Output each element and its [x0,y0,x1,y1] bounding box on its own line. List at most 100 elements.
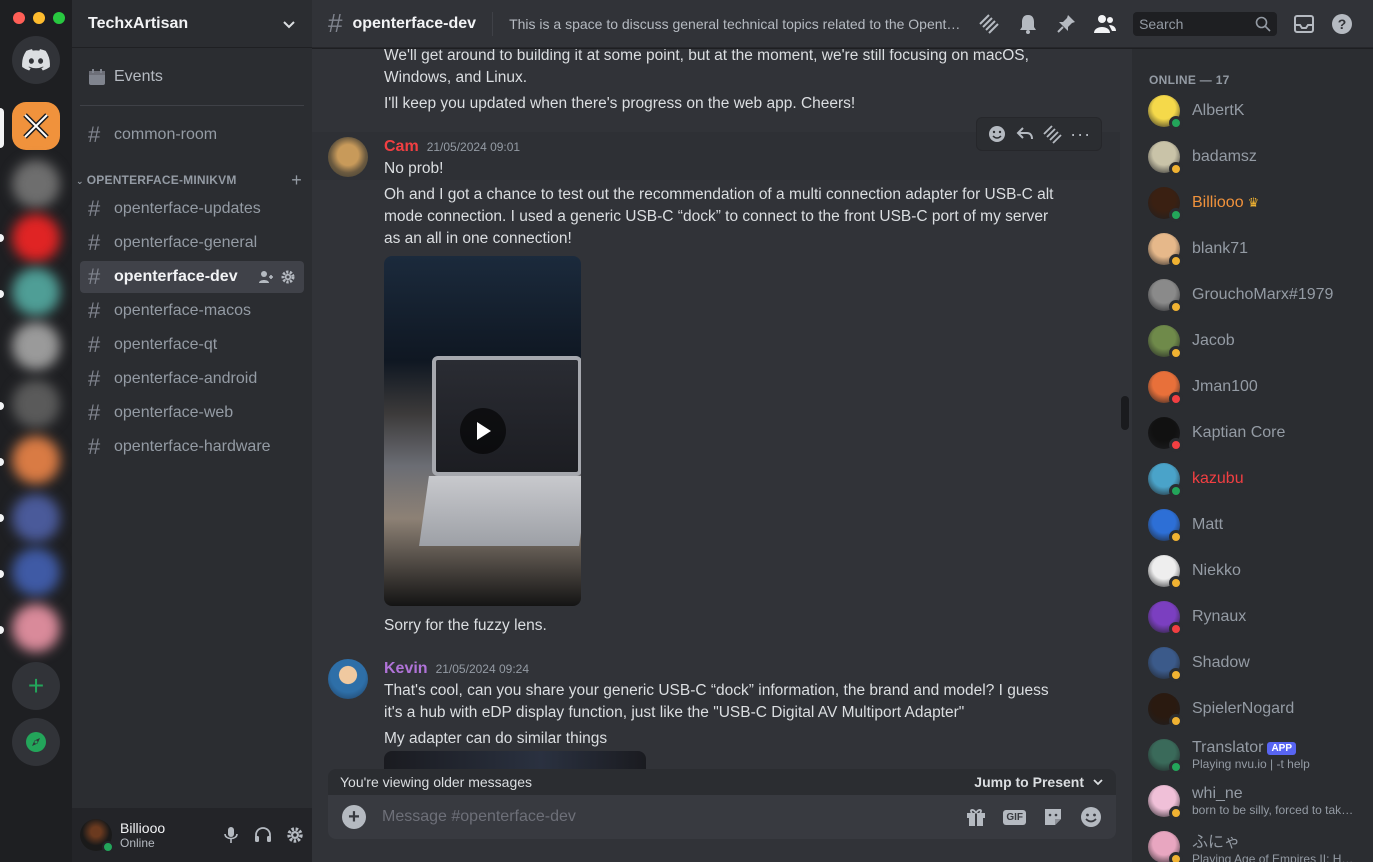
gif-icon[interactable]: GIF [1003,809,1026,825]
bell-icon[interactable] [1017,13,1039,35]
composer-toolbar: GIF [965,806,1102,828]
create-thread-icon[interactable] [1042,124,1063,144]
avatar[interactable] [328,659,368,699]
member-name-text: ふにゃ [1192,834,1241,851]
member-item[interactable]: Matt [1140,504,1364,546]
message-author[interactable]: Cam [384,138,419,155]
message-input[interactable]: Message #openterface-dev [382,808,965,826]
server-blurred-3[interactable] [12,268,60,316]
help-icon[interactable]: ? [1331,13,1353,35]
video-attachment[interactable] [384,256,581,606]
server-blurred-7[interactable] [12,494,60,542]
member-item[interactable]: Shadow [1140,642,1364,684]
server-blurred-8[interactable] [12,548,60,596]
channel-title: openterface-dev [352,14,477,32]
member-item[interactable]: Rynaux [1140,596,1364,638]
chevron-down-icon [1093,779,1103,786]
discord-logo-icon [22,49,50,71]
member-name-text: Translator [1192,739,1264,756]
channel-openterface-web[interactable]: # openterface-web [80,397,304,429]
server-blurred-1[interactable] [12,160,60,208]
inbox-icon[interactable] [1293,13,1315,35]
search-placeholder: Search [1139,15,1184,32]
server-techxartisan[interactable] [12,102,60,150]
minimize-window-button[interactable] [33,12,45,24]
channel-label: openterface-web [114,404,234,421]
member-item[interactable]: ふにゃ Playing Age of Empires II: HD ... [1140,826,1364,862]
member-item[interactable]: Kaptian Core [1140,412,1364,454]
member-name-text: AlbertK [1192,102,1245,119]
server-blurred-6[interactable] [12,436,60,484]
member-item[interactable]: Jacob [1140,320,1364,362]
add-server-button[interactable]: + [12,662,60,710]
discover-button[interactable] [12,718,60,766]
older-messages-notice: You're viewing older messages [340,774,533,790]
more-options-icon[interactable]: ··· [1070,125,1091,143]
channel-openterface-hardware[interactable]: # openterface-hardware [80,431,304,463]
member-item[interactable]: Niekko [1140,550,1364,592]
channel-openterface-dev[interactable]: # openterface-dev [80,261,304,293]
threads-icon[interactable] [977,12,1001,36]
channel-topic[interactable]: This is a space to discuss general techn… [509,16,961,32]
headphones-icon[interactable] [254,826,272,844]
server-blurred-9[interactable] [12,604,60,652]
member-item[interactable]: Billiooo ♛ [1140,182,1364,224]
server-header[interactable]: TechxArtisan [72,0,312,48]
unread-indicator [0,290,4,298]
channel-openterface-android[interactable]: # openterface-android [80,363,304,395]
gear-icon[interactable] [286,826,304,844]
message-content: We'll get around to building it at some … [384,49,1029,86]
invite-icon[interactable] [258,269,274,285]
user-info[interactable]: Billiooo Online [120,820,222,850]
scrollbar-thumb[interactable] [1121,396,1129,430]
member-item[interactable]: GrouchoMarx#1979 [1140,274,1364,316]
upload-plus-icon[interactable]: + [342,805,366,829]
channel-openterface-qt[interactable]: # openterface-qt [80,329,304,361]
server-blurred-4[interactable] [12,322,60,370]
message-header: Cam 21/05/2024 09:01 [384,138,520,156]
channel-label: openterface-updates [114,200,261,217]
close-window-button[interactable] [13,12,25,24]
server-blurred-5[interactable] [12,380,60,428]
member-item[interactable]: Translator APP Playing nvu.io | -t help [1140,734,1364,776]
avatar[interactable] [328,137,368,177]
category-name: OPENTERFACE-MINIKVM [86,173,237,187]
member-list-icon[interactable] [1093,13,1117,35]
member-item[interactable]: kazubu [1140,458,1364,500]
emoji-icon[interactable] [1080,806,1102,828]
member-item[interactable]: whi_ne born to be silly, forced to take..… [1140,780,1364,822]
member-item[interactable]: blank71 [1140,228,1364,270]
member-item[interactable]: Jman100 [1140,366,1364,408]
gear-icon[interactable] [280,269,296,285]
channel-openterface-general[interactable]: # openterface-general [80,227,304,259]
play-button[interactable] [460,408,506,454]
search-input[interactable]: Search [1133,11,1278,36]
reply-icon[interactable] [1015,124,1035,144]
channel-openterface-updates[interactable]: # openterface-updates [80,193,304,225]
member-name-text: GrouchoMarx#1979 [1192,286,1334,303]
unread-indicator [0,234,4,242]
zoom-window-button[interactable] [53,12,65,24]
member-info: Matt [1192,516,1223,534]
member-item[interactable]: SpielerNogard [1140,688,1364,730]
member-item[interactable]: badamsz [1140,136,1364,178]
message-author[interactable]: Kevin [384,660,428,677]
category-header[interactable]: ⌄ OPENTERFACE-MINIKVM + [76,170,302,191]
create-channel-icon[interactable]: + [291,170,302,191]
member-name-text: Billiooo [1192,194,1244,211]
channel-openterface-macos[interactable]: # openterface-macos [80,295,304,327]
microphone-icon[interactable] [222,826,240,844]
techxartisan-logo-icon [23,113,49,139]
server-blurred-2[interactable] [12,214,60,262]
events-item[interactable]: Events [80,61,304,93]
member-item[interactable]: AlbertK [1140,90,1364,132]
gift-icon[interactable] [965,806,987,828]
add-reaction-icon[interactable] [987,124,1007,144]
channel-common-room[interactable]: # common-room [80,119,304,151]
home-button[interactable] [12,36,60,84]
member-name-text: Matt [1192,516,1224,533]
sticker-icon[interactable] [1042,806,1064,828]
avatar[interactable] [80,819,114,853]
jump-to-present-button[interactable]: Jump to Present [974,774,1104,790]
pin-icon[interactable] [1055,13,1077,35]
